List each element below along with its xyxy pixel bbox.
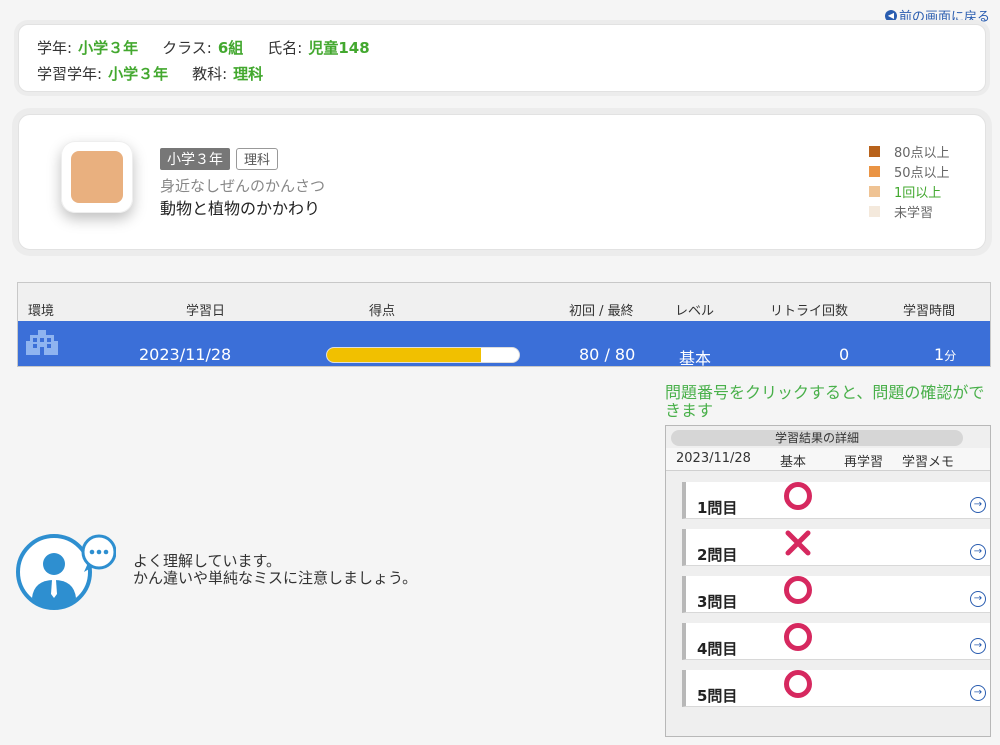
correct-circle-icon bbox=[782, 574, 814, 606]
advisor-speech-icon bbox=[16, 532, 117, 610]
question-row[interactable]: 2問目 → bbox=[682, 529, 990, 566]
result-date: 2023/11/28 bbox=[139, 345, 232, 364]
class-value: 6組 bbox=[217, 39, 244, 57]
incorrect-cross-icon bbox=[782, 527, 814, 559]
header-retry: リトライ回数 bbox=[770, 304, 849, 319]
score-legend: 80点以上 50点以上 1回以上未学習 bbox=[869, 141, 950, 221]
question-number[interactable]: 5問目 bbox=[697, 685, 737, 706]
legend-label: 未学習 bbox=[894, 205, 934, 221]
header-score: 得点 bbox=[369, 304, 396, 319]
results-header: 環境 学習日 得点 初回 / 最終 レベル リトライ回数 学習時間 bbox=[18, 283, 990, 321]
result-level: 基本 bbox=[679, 349, 712, 368]
question-row[interactable]: 4問目 → bbox=[682, 623, 990, 660]
name-value: 児童148 bbox=[308, 39, 370, 57]
advice-line-1: よく理解しています。 bbox=[133, 552, 282, 570]
study-grade-label: 学習学年: bbox=[37, 65, 103, 83]
class-label: クラス: bbox=[162, 39, 212, 57]
question-number[interactable]: 4問目 bbox=[697, 638, 737, 659]
score-bar bbox=[326, 347, 520, 363]
question-row[interactable]: 5問目 → bbox=[682, 670, 990, 707]
study-grade-value: 小学３年 bbox=[108, 65, 169, 83]
legend-swatch bbox=[869, 145, 880, 157]
grade-value: 小学３年 bbox=[78, 39, 139, 57]
legend-item: 50点以上 bbox=[869, 161, 950, 181]
legend-item: 未学習 bbox=[869, 201, 950, 221]
detail-header-date: 2023/11/28 bbox=[676, 451, 751, 466]
detail-title: 学習結果の詳細 bbox=[671, 430, 963, 446]
unit-grade-tag: 小学３年 bbox=[160, 148, 230, 170]
student-info-card: 学年: 小学３年 クラス: 6組 氏名: 児童148 学習学年: 小学３年 教科… bbox=[18, 24, 986, 92]
unit-title: 動物と植物のかかわり bbox=[160, 199, 321, 218]
result-retry: 0 bbox=[839, 345, 850, 364]
question-row[interactable]: 1問目 → bbox=[682, 482, 990, 519]
arrow-right-circle-icon[interactable]: → bbox=[970, 591, 986, 607]
legend-label: 1回以上 bbox=[894, 185, 942, 201]
score-bar-fill bbox=[327, 348, 481, 362]
correct-circle-icon bbox=[782, 621, 814, 653]
header-env: 環境 bbox=[28, 304, 55, 319]
unit-subject-tag: 理科 bbox=[236, 148, 279, 170]
unit-card: 小学３年 理科 身近なしぜんのかんさつ 動物と植物のかかわり 80点以上 50点以… bbox=[18, 114, 986, 250]
detail-header-level: 基本 bbox=[780, 455, 807, 470]
advice-line-2: かん違いや単純なミスに注意しましょう。 bbox=[133, 569, 418, 587]
correct-circle-icon bbox=[782, 668, 814, 700]
back-link-label: 前の画面に戻る bbox=[898, 10, 990, 25]
legend-swatch bbox=[869, 165, 880, 177]
correct-circle-icon bbox=[782, 480, 814, 512]
header-time: 学習時間 bbox=[903, 304, 956, 319]
legend-swatch bbox=[869, 185, 880, 197]
header-level: レベル bbox=[675, 304, 715, 319]
arrow-right-circle-icon[interactable]: → bbox=[970, 638, 986, 654]
arrow-right-circle-icon[interactable]: → bbox=[970, 544, 986, 560]
unit-subtitle: 身近なしぜんのかんさつ bbox=[160, 177, 326, 195]
detail-header: 2023/11/28 基本 再学習 学習メモ bbox=[666, 448, 990, 471]
result-detail-panel: 学習結果の詳細 2023/11/28 基本 再学習 学習メモ 1問目 → 2問目 → 3… bbox=[665, 425, 991, 737]
legend-swatch bbox=[869, 205, 880, 217]
header-date: 学習日 bbox=[186, 304, 226, 319]
subject-label: 教科: bbox=[192, 65, 228, 83]
legend-label: 50点以上 bbox=[894, 165, 950, 181]
result-time-value: 1 bbox=[934, 345, 945, 364]
name-label: 氏名: bbox=[267, 39, 303, 57]
question-number[interactable]: 1問目 bbox=[697, 497, 737, 518]
question-hint: 問題番号をクリックすると、問題の確認ができます bbox=[665, 383, 985, 420]
advice-text: よく理解しています。 かん違いや単純なミスに注意しましょう。 bbox=[133, 553, 417, 587]
question-number[interactable]: 3問目 bbox=[697, 591, 737, 612]
result-first-last: 80 / 80 bbox=[579, 345, 636, 364]
left-arrow-circle-icon: ◀ bbox=[884, 9, 897, 22]
question-number[interactable]: 2問目 bbox=[697, 544, 737, 565]
legend-item: 80点以上 bbox=[869, 141, 950, 161]
result-row[interactable]: 2023/11/28 80 / 80 基本 0 1分 bbox=[18, 321, 990, 368]
legend-label: 80点以上 bbox=[894, 145, 950, 161]
grade-label: 学年: bbox=[37, 39, 73, 57]
result-time: 1分 bbox=[934, 345, 956, 364]
arrow-right-circle-icon[interactable]: → bbox=[970, 685, 986, 701]
results-table: 環境 学習日 得点 初回 / 最終 レベル リトライ回数 学習時間 2023/1… bbox=[17, 282, 991, 368]
detail-header-relearn: 再学習 bbox=[844, 455, 884, 470]
school-building-icon bbox=[26, 329, 58, 359]
question-row[interactable]: 3問目 → bbox=[682, 576, 990, 613]
unit-status-swatch bbox=[71, 151, 123, 203]
back-link[interactable]: ◀ 前の画面に戻る bbox=[884, 6, 990, 25]
result-time-unit: 分 bbox=[944, 349, 957, 363]
unit-status-icon bbox=[61, 141, 133, 213]
legend-item: 1回以上 bbox=[869, 181, 950, 201]
arrow-right-circle-icon[interactable]: → bbox=[970, 497, 986, 513]
header-first-last: 初回 / 最終 bbox=[569, 304, 634, 319]
subject-value: 理科 bbox=[233, 65, 264, 83]
detail-header-memo: 学習メモ bbox=[902, 455, 955, 470]
